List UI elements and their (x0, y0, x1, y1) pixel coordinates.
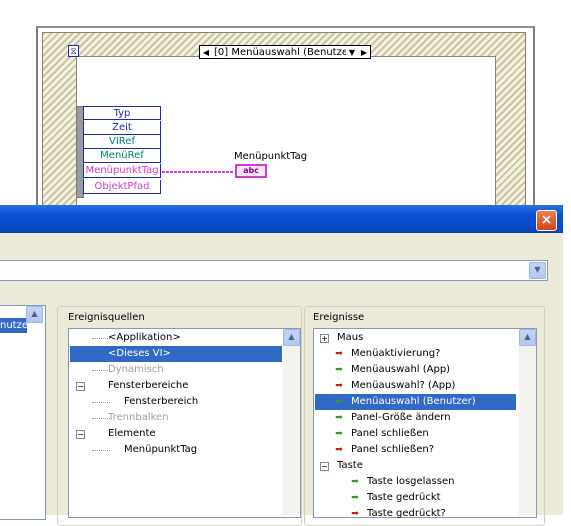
case-selector[interactable]: ◀ [0] Menüauswahl (Benutzer) ▼ ▶ (199, 45, 371, 59)
event-sources-title: Ereignisquellen (66, 312, 147, 323)
terminal-zeit[interactable]: Zeit (83, 121, 161, 135)
tree-connector (92, 402, 110, 403)
indicator-type-label: abc (243, 166, 259, 175)
wire-label: MenüpunktTag (234, 151, 308, 162)
terminal-viref[interactable]: VIRef (83, 135, 161, 149)
event-case-dropdown[interactable] (0, 260, 548, 281)
source-item-trennbalken[interactable]: Trennbalken (108, 410, 169, 426)
background-edge (563, 205, 571, 515)
selector-dropdown-icon[interactable]: ▼ (346, 48, 358, 57)
event-item-panel-schließen[interactable]: Panel schließen? (351, 442, 434, 458)
notify-event-arrow-icon: ➡ (335, 365, 343, 375)
filter-event-arrow-icon: ➡ (351, 509, 359, 519)
event-item-maus[interactable]: Maus (337, 330, 363, 346)
event-item-taste[interactable]: Taste (337, 458, 363, 474)
filter-event-arrow-icon: ➡ (335, 349, 343, 359)
terminal-typ[interactable]: Typ (83, 106, 161, 120)
tree-connector (92, 450, 110, 451)
filter-event-arrow-icon: ➡ (335, 445, 343, 455)
string-indicator[interactable]: abc (235, 164, 267, 178)
source-item-dynamisch[interactable]: Dynamisch (108, 362, 164, 378)
source-item-dieses-vi[interactable]: <Dieses VI> (70, 346, 282, 362)
notify-event-arrow-icon: ➡ (351, 477, 359, 487)
source-item-applikation[interactable]: <Applikation> (108, 330, 181, 346)
events-scrollbar[interactable]: ▲ (519, 329, 536, 515)
terminal-menupunkttag[interactable]: MenüpunktTag (83, 164, 161, 178)
filter-event-arrow-icon: ➡ (335, 381, 343, 391)
scroll-up-icon[interactable]: ▲ (283, 329, 300, 346)
event-item-menüaktivierung[interactable]: Menüaktivierung? (351, 346, 440, 362)
event-handler-list[interactable] (0, 305, 46, 520)
hourglass-icon[interactable]: ⧖ (68, 45, 79, 57)
tree-expander-icon[interactable]: − (320, 462, 329, 471)
event-item-taste-losgelassen[interactable]: Taste losgelassen (367, 474, 454, 490)
tree-expander-icon[interactable]: + (320, 334, 329, 343)
notify-event-arrow-icon: ➡ (335, 413, 343, 423)
source-item-elemente[interactable]: Elemente (108, 426, 156, 442)
terminal-menuref[interactable]: MenüRef (83, 149, 161, 163)
event-item-panel-größe-ändern[interactable]: Panel-Größe ändern (351, 410, 451, 426)
notify-event-arrow-icon: ➡ (351, 493, 359, 503)
source-item-fensterbereiche[interactable]: Fensterbereiche (108, 378, 188, 394)
tree-expander-icon[interactable]: − (76, 430, 85, 439)
scroll-up-icon[interactable]: ▲ (519, 329, 536, 346)
event-item-panel-schließen[interactable]: Panel schließen (351, 426, 429, 442)
event-sources-scrollbar[interactable]: ▲ (283, 329, 300, 515)
close-button[interactable]: × (536, 210, 557, 231)
string-wire[interactable] (162, 171, 234, 173)
case-selector-label: [0] Menüauswahl (Benutzer) (214, 46, 346, 58)
source-item-menüpunkttag[interactable]: MenüpunktTag (124, 442, 197, 458)
notify-event-arrow-icon: ➡ (335, 429, 343, 439)
selector-increment-icon[interactable]: ▶ (358, 48, 370, 57)
selector-decrement-icon[interactable]: ◀ (200, 48, 212, 57)
events-title: Ereignisse (311, 312, 367, 323)
tree-expander-icon[interactable]: − (76, 382, 85, 391)
event-handler-selected-item[interactable]: nutzer (0, 318, 27, 333)
event-item-taste-gedrückt[interactable]: Taste gedrückt (367, 490, 441, 506)
source-item-fensterbereich[interactable]: Fensterbereich (124, 394, 198, 410)
dropdown-arrow-icon[interactable]: ▼ (529, 262, 546, 279)
notify-event-arrow-icon: ➡ (335, 397, 343, 407)
event-item-taste-gedrückt[interactable]: Taste gedrückt? (367, 506, 446, 522)
event-item-menüauswahl-app[interactable]: Menüauswahl (App) (351, 362, 450, 378)
terminal-objektpfad[interactable]: ObjektPfad (83, 180, 161, 194)
scroll-up-icon[interactable]: ▲ (26, 306, 43, 323)
dialog-titlebar[interactable] (0, 205, 563, 233)
event-item-menüauswahl-app[interactable]: Menüauswahl? (App) (351, 378, 455, 394)
